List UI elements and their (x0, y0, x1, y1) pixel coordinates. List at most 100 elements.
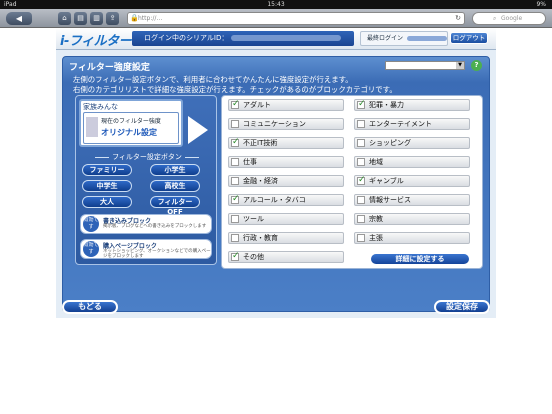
preset-family-button[interactable]: ファミリー (82, 164, 132, 176)
profile-card: 家族みんな 現在のフィルター強度 オリジナル設定 (79, 99, 183, 147)
category-label: 宗教 (369, 215, 383, 223)
purchase-block-button[interactable]: 有効です 購入ページブロック ネットショッピング、オークションなどでの購入ページ… (80, 239, 212, 259)
category-item[interactable]: ギャンブル (354, 175, 470, 187)
category-item[interactable]: 主張 (354, 232, 470, 244)
last-login-redacted (407, 36, 448, 41)
checkbox[interactable] (231, 120, 239, 128)
checkbox[interactable] (231, 251, 240, 261)
share-icon[interactable]: ⇪ (106, 12, 119, 25)
home-icon[interactable]: ⌂ (58, 12, 71, 25)
status-badge: 有効です (83, 241, 99, 257)
checkbox[interactable] (231, 215, 239, 223)
app-header: i-フィルター ログイン中のシリアルID： 最終ログイン ログアウト (56, 28, 496, 50)
checkbox[interactable] (357, 99, 366, 109)
preset-area: 家族みんな 現在のフィルター強度 オリジナル設定 フィルター設定ボタン ファミリ… (75, 95, 217, 265)
browser-toolbar: ◀ ⌂ ▤ ▥ ⇪ 🔒 http://… ↻ ⌕ Google (0, 9, 552, 28)
purchase-block-desc: ネットショッピング、オークションなどでの購入ページをブロックします (103, 249, 211, 259)
category-label: 仕事 (243, 158, 257, 166)
book-icon[interactable]: ▥ (90, 12, 103, 25)
checkbox[interactable] (231, 99, 240, 109)
checkbox[interactable] (357, 158, 365, 166)
logo: i-フィルター (60, 34, 132, 49)
lock-icon: 🔒 (130, 14, 139, 22)
preset-elementary-button[interactable]: 小学生 (150, 164, 200, 176)
save-button[interactable]: 設定保存 (434, 300, 490, 314)
status-bar: iPad 15:43 9% (0, 0, 552, 9)
category-label: ショッピング (369, 139, 411, 147)
desc-line-1: 左側のフィルター設定ボタンで、利用者に合わせてかんたんに強度設定が行えます。 (73, 75, 353, 84)
checkbox[interactable] (231, 137, 240, 147)
write-block-button[interactable]: 有効です 書き込みブロック 掲示板、ブログなどへの書き込みをブロックします (80, 214, 212, 234)
search-placeholder: Google (501, 15, 523, 22)
category-label: ツール (243, 215, 264, 223)
checkbox[interactable] (357, 196, 365, 204)
checkbox[interactable] (357, 215, 365, 223)
checkbox[interactable] (231, 158, 239, 166)
help-icon[interactable]: ? (471, 60, 482, 71)
checkbox[interactable] (357, 234, 365, 242)
category-label: 主張 (369, 234, 383, 242)
url-bar[interactable]: 🔒 http://… ↻ (127, 12, 465, 25)
category-item[interactable]: 宗教 (354, 213, 470, 225)
serial-value-redacted (231, 35, 342, 41)
filter-strength-panel: フィルター強度設定 ▼ ? 左側のフィルター設定ボタンで、利用者に合わせてかんた… (62, 56, 490, 312)
checkbox[interactable] (231, 234, 239, 242)
category-item[interactable]: ツール (228, 213, 344, 225)
profile-select[interactable]: ▼ (385, 61, 465, 70)
profile-name: 家族みんな (83, 103, 118, 111)
panel-description: 左側のフィルター設定ボタンで、利用者に合わせてかんたんに強度設定が行えます。 右… (73, 75, 397, 95)
checkbox[interactable] (357, 175, 366, 185)
category-list: アダルト 犯罪・暴力 コミュニケーション エンターテイメント 不正IT技術 ショ… (221, 95, 483, 269)
profile-inner: 現在のフィルター強度 オリジナル設定 (83, 112, 179, 144)
category-label: 情報サービス (369, 196, 411, 204)
serial-label: ログイン中のシリアルID： (144, 34, 229, 42)
category-item[interactable]: ショッピング (354, 137, 470, 149)
url-text: http://… (138, 15, 163, 22)
category-label: ギャンブル (369, 177, 404, 185)
back-arrow-icon[interactable]: ◀ (6, 12, 32, 25)
category-label: 地域 (369, 158, 383, 166)
serial-id-box: ログイン中のシリアルID： (132, 31, 354, 46)
preset-filter-off-button[interactable]: フィルターOFF (150, 196, 200, 216)
preset-high-school-button[interactable]: 高校生 (150, 180, 200, 192)
last-login-label: 最終ログイン (367, 35, 404, 42)
category-item[interactable]: コミュニケーション (228, 118, 344, 130)
detail-settings-button[interactable]: 詳細に設定する (370, 253, 470, 265)
write-block-desc: 掲示板、ブログなどへの書き込みをブロックします (103, 224, 207, 229)
search-icon: ⌕ (493, 15, 497, 22)
category-label: 犯罪・暴力 (369, 101, 404, 109)
category-item[interactable]: 情報サービス (354, 194, 470, 206)
preset-section-label: フィルター設定ボタン (78, 152, 216, 162)
checkbox[interactable] (231, 194, 240, 204)
category-item[interactable]: エンターテイメント (354, 118, 470, 130)
category-item[interactable]: アダルト (228, 99, 344, 111)
preset-junior-high-button[interactable]: 中学生 (82, 180, 132, 192)
status-badge: 有効です (83, 216, 99, 232)
category-item[interactable]: 金融・経済 (228, 175, 344, 187)
checkbox[interactable] (357, 120, 365, 128)
category-item[interactable]: アルコール・タバコ (228, 194, 344, 206)
category-item[interactable]: 犯罪・暴力 (354, 99, 470, 111)
category-item[interactable]: 不正IT技術 (228, 137, 344, 149)
search-input[interactable]: ⌕ Google (472, 12, 546, 25)
category-label: 不正IT技術 (243, 139, 278, 147)
current-strength-value: オリジナル設定 (101, 128, 157, 137)
preset-adult-button[interactable]: 大人 (82, 196, 132, 208)
logout-button[interactable]: ログアウト (450, 32, 488, 44)
category-label: コミュニケーション (243, 120, 306, 128)
category-label: 行政・教育 (243, 234, 278, 242)
category-label: アダルト (243, 101, 271, 109)
bookmarks-icon[interactable]: ▤ (74, 12, 87, 25)
category-item[interactable]: 地域 (354, 156, 470, 168)
category-item[interactable]: 行政・教育 (228, 232, 344, 244)
avatar (86, 117, 98, 137)
category-item[interactable]: その他 (228, 251, 344, 263)
category-label: その他 (243, 253, 264, 261)
reload-icon[interactable]: ↻ (455, 13, 461, 24)
checkbox[interactable] (231, 177, 239, 185)
current-strength-label: 現在のフィルター強度 (101, 118, 161, 125)
back-button[interactable]: もどる (62, 300, 118, 314)
chevron-down-icon: ▼ (456, 62, 464, 69)
category-item[interactable]: 仕事 (228, 156, 344, 168)
checkbox[interactable] (357, 139, 365, 147)
